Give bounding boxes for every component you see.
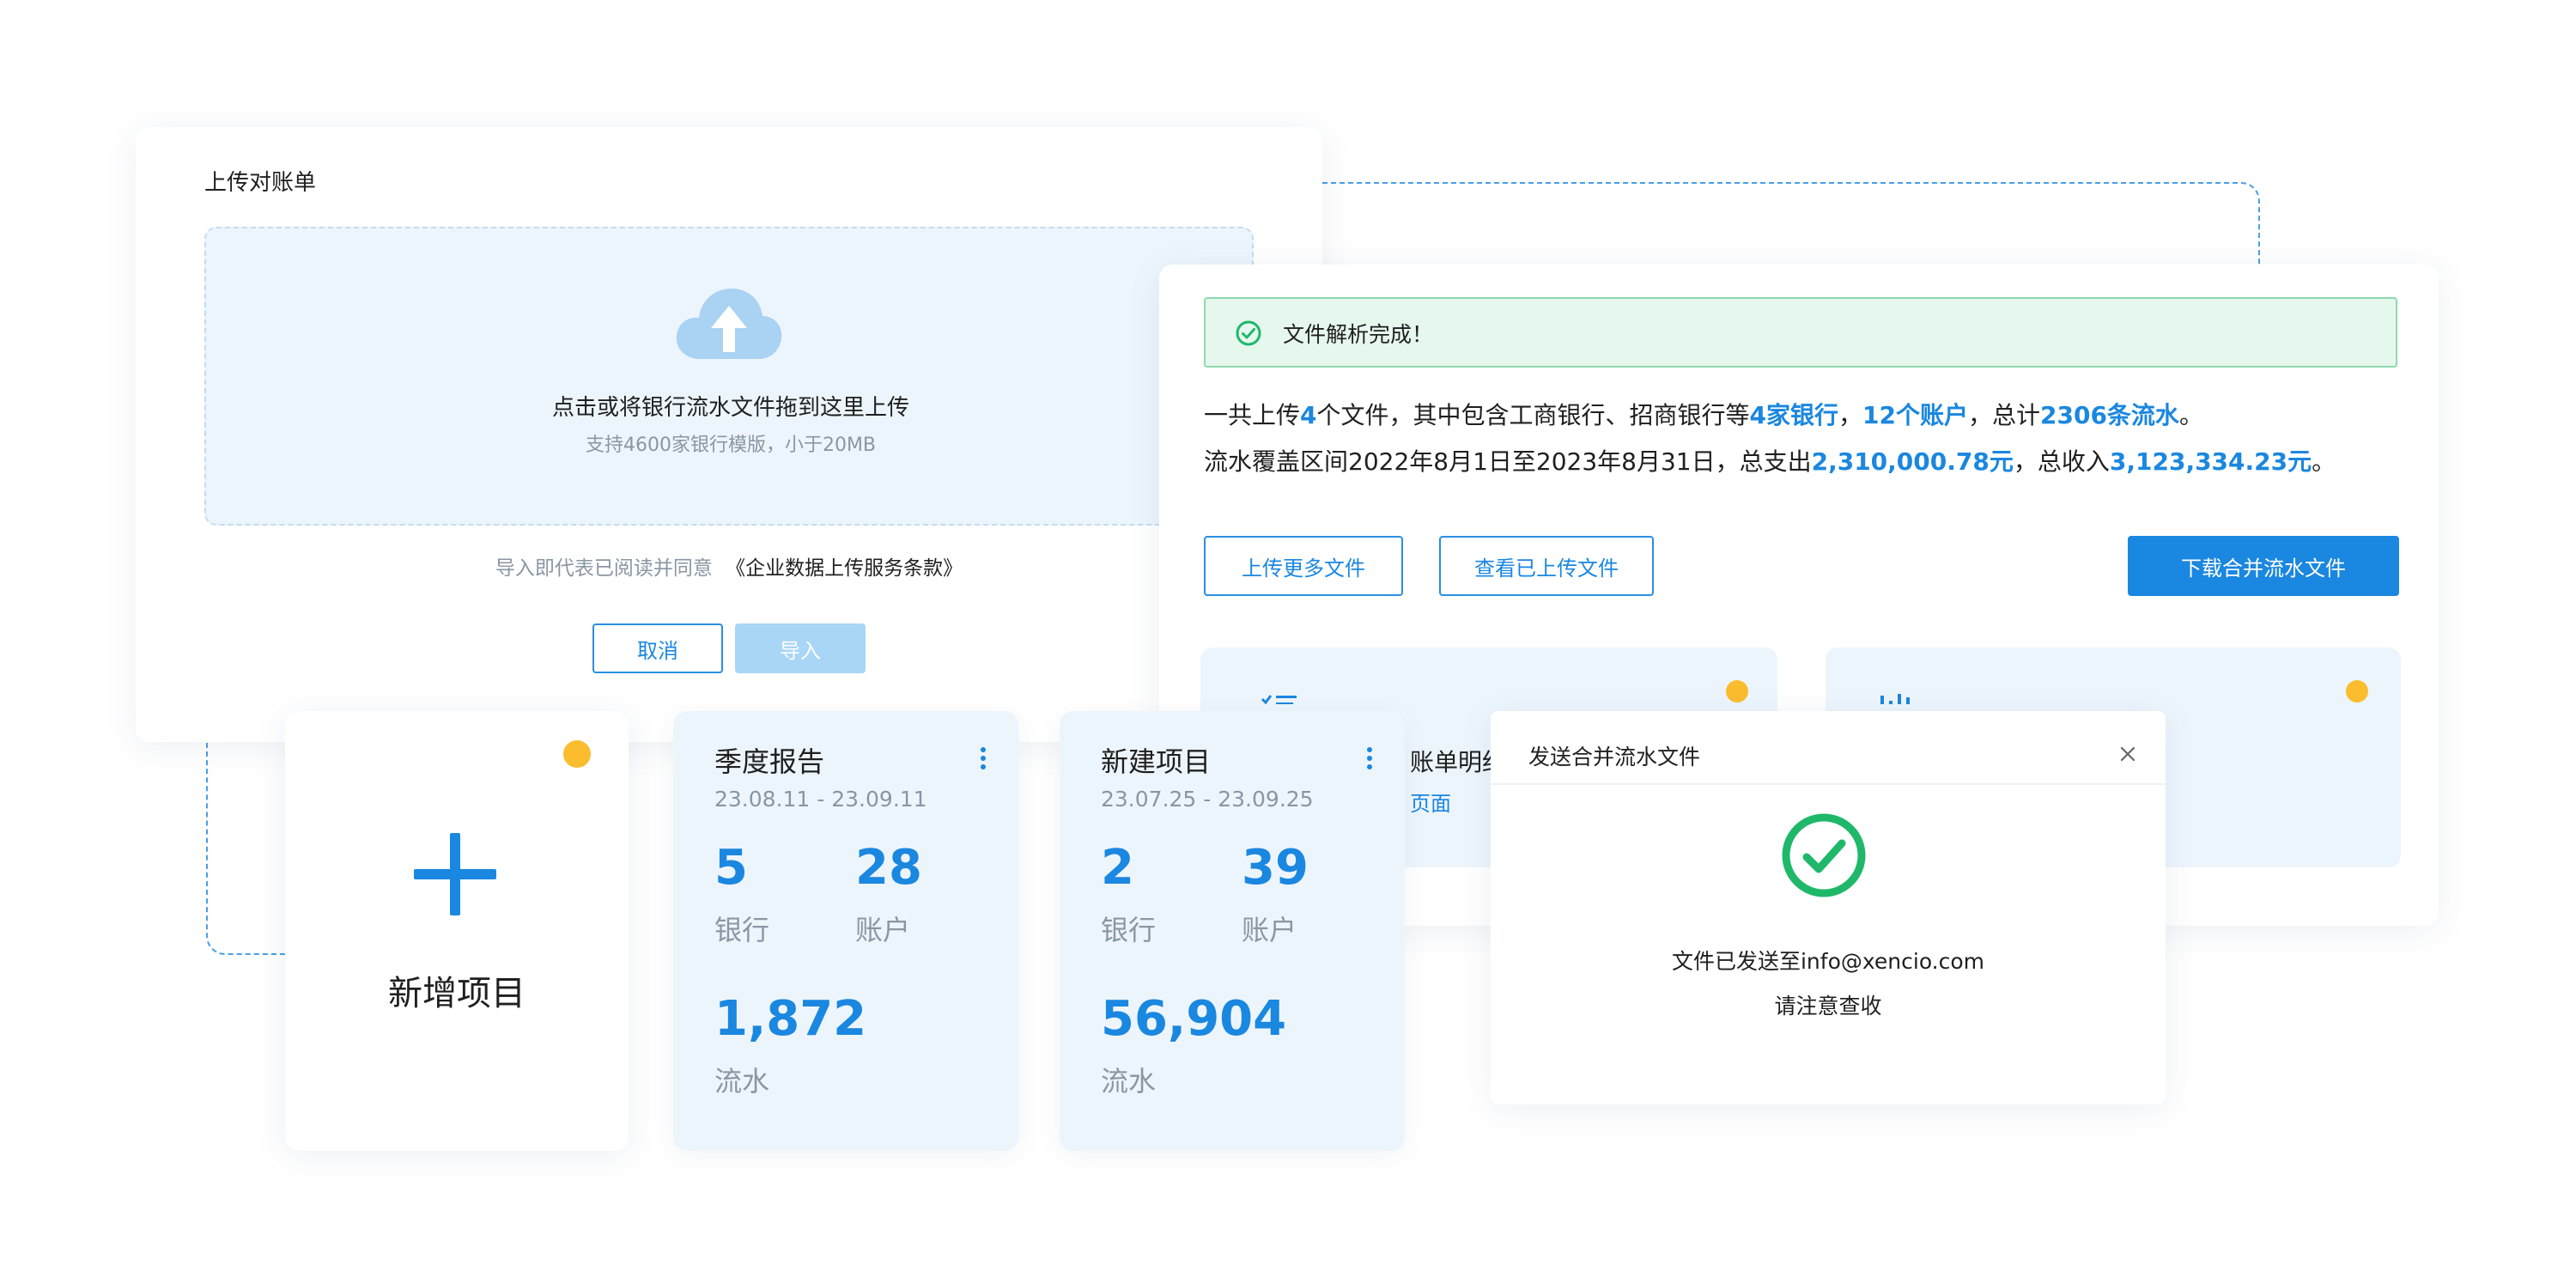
summary-text: 流水覆盖区间2022年8月1日至2023年8月31日，总支出 bbox=[1204, 447, 1812, 476]
summary-text: ， bbox=[1838, 401, 1863, 429]
add-project-card[interactable]: 新增项目 bbox=[285, 711, 629, 1151]
sent-message: 文件已发送至info@xencio.com bbox=[1671, 949, 1985, 974]
flow-count-label: 流水 bbox=[714, 1065, 770, 1098]
add-project-label: 新增项目 bbox=[388, 974, 526, 1013]
success-alert: 文件解析完成！ bbox=[1204, 297, 2397, 368]
account-count: 39 bbox=[1242, 840, 1309, 896]
summary-line-1: 一共上传4个文件，其中包含工商银行、招商银行等4家银行，12个账户，总计2306… bbox=[1204, 397, 2203, 431]
terms-link[interactable]: 《企业数据上传服务条款》 bbox=[726, 557, 963, 580]
upload-panel: 上传对账单 点击或将银行流水文件拖到这里上传 支持4600家银行模版，小于20M… bbox=[136, 127, 1322, 742]
sent-note: 请注意查收 bbox=[1774, 994, 1882, 1019]
summary-text: 一共上传 bbox=[1204, 401, 1301, 429]
summary-text: 个文件，其中包含工商银行、招商银行等 bbox=[1316, 401, 1750, 429]
dropzone-sub-text: 支持4600家银行模版，小于20MB bbox=[585, 435, 877, 456]
agreement-line: 导入即代表已阅读并同意 《企业数据上传服务条款》 bbox=[136, 551, 1322, 581]
project-date-range: 23.08.11 - 23.09.11 bbox=[714, 787, 927, 812]
upload-more-button[interactable]: 上传更多文件 bbox=[1204, 536, 1403, 596]
success-message: 文件解析完成！ bbox=[1283, 322, 1434, 347]
flow-count-label: 流水 bbox=[1101, 1065, 1157, 1098]
bank-count-label: 银行 bbox=[714, 914, 770, 946]
status-dot bbox=[2346, 680, 2368, 702]
project-title: 季度报告 bbox=[714, 745, 825, 778]
total-expense: 2,310,000.78元 bbox=[1811, 447, 2014, 476]
bank-count: 5 bbox=[714, 840, 748, 896]
import-button[interactable]: 导入 bbox=[735, 623, 866, 673]
bank-count-label: 银行 bbox=[1101, 914, 1157, 946]
view-uploaded-button[interactable]: 查看已上传文件 bbox=[1439, 536, 1654, 596]
summary-text: 。 bbox=[2312, 447, 2336, 476]
connector-left bbox=[206, 739, 285, 955]
agreement-prefix: 导入即代表已阅读并同意 bbox=[495, 557, 713, 580]
flow-count: 2306条流水 bbox=[2040, 401, 2179, 429]
flow-count: 1,872 bbox=[714, 991, 867, 1047]
feature-link[interactable]: 页面 bbox=[1410, 787, 1451, 817]
bank-count: 4家银行 bbox=[1749, 401, 1838, 429]
account-count-label: 账户 bbox=[855, 914, 911, 946]
cloud-upload-icon bbox=[673, 283, 785, 361]
summary-text: ，总收入 bbox=[2013, 447, 2110, 476]
upload-dropzone[interactable]: 点击或将银行流水文件拖到这里上传 支持4600家银行模版，小于20MB bbox=[204, 227, 1254, 526]
more-options-icon[interactable] bbox=[1367, 747, 1372, 773]
cancel-button[interactable]: 取消 bbox=[592, 623, 723, 673]
success-check-icon bbox=[1779, 811, 1868, 900]
file-count: 4 bbox=[1300, 401, 1317, 429]
close-icon[interactable] bbox=[2117, 744, 2138, 764]
project-title: 新建项目 bbox=[1101, 745, 1212, 778]
dialog-title: 发送合并流水文件 bbox=[1528, 745, 1701, 769]
check-circle-icon bbox=[1235, 319, 1262, 347]
bank-count: 2 bbox=[1101, 840, 1134, 896]
more-options-icon[interactable] bbox=[981, 747, 986, 773]
dropzone-main-text: 点击或将银行流水文件拖到这里上传 bbox=[551, 395, 909, 421]
send-file-dialog: 发送合并流水文件 文件已发送至info@xencio.com 请注意查收 bbox=[1491, 711, 2166, 1104]
plus-icon bbox=[414, 833, 496, 915]
download-merged-button[interactable]: 下载合并流水文件 bbox=[2128, 536, 2399, 596]
account-count: 28 bbox=[855, 840, 922, 896]
project-card[interactable]: 季度报告 23.08.11 - 23.09.11 5 银行 28 账户 1,87… bbox=[673, 711, 1018, 1151]
total-income: 3,123,334.23元 bbox=[2109, 447, 2312, 476]
summary-text: 。 bbox=[2178, 401, 2203, 429]
flow-count: 56,904 bbox=[1101, 991, 1287, 1047]
summary-line-2: 流水覆盖区间2022年8月1日至2023年8月31日，总支出2,310,000.… bbox=[1204, 443, 2336, 477]
list-icon bbox=[1261, 692, 1298, 704]
summary-text: ，总计 bbox=[1967, 401, 2040, 429]
account-count: 12个账户 bbox=[1862, 401, 1968, 429]
status-dot bbox=[563, 740, 591, 768]
bar-chart-icon bbox=[1879, 692, 1917, 704]
upload-title: 上传对账单 bbox=[204, 170, 317, 196]
project-card[interactable]: 新建项目 23.07.25 - 23.09.25 2 银行 39 账户 56,9… bbox=[1060, 711, 1405, 1151]
project-date-range: 23.07.25 - 23.09.25 bbox=[1101, 787, 1314, 812]
status-dot bbox=[1726, 680, 1748, 702]
account-count-label: 账户 bbox=[1242, 914, 1297, 946]
connector-top bbox=[1322, 182, 2260, 268]
dialog-divider bbox=[1491, 783, 2166, 785]
